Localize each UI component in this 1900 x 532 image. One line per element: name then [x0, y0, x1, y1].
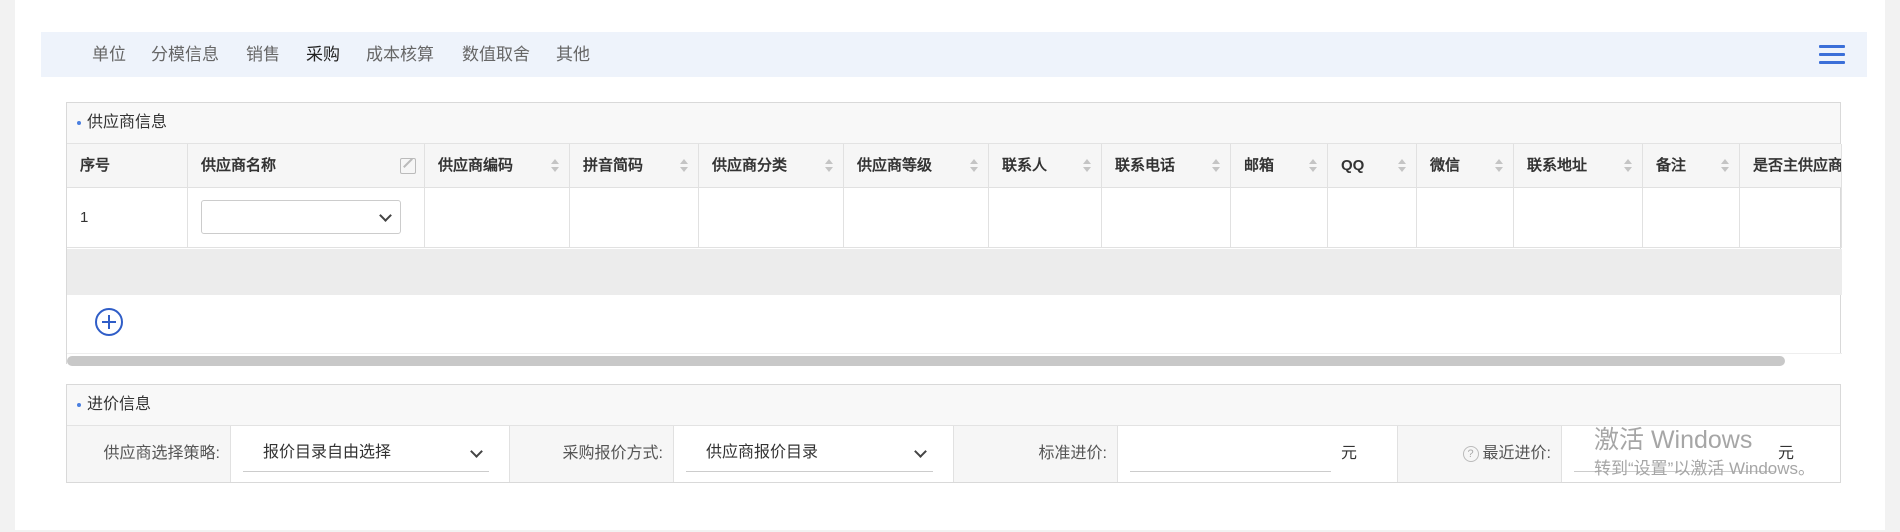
- col-header-is-main[interactable]: 是否主供应商: [1740, 144, 1842, 188]
- tab-other[interactable]: 其他: [556, 32, 590, 77]
- tab-unit[interactable]: 单位: [92, 32, 126, 77]
- quote-method-select[interactable]: 供应商报价目录: [686, 435, 933, 472]
- table-cell[interactable]: [1514, 188, 1643, 248]
- col-header-contact[interactable]: 联系人: [989, 144, 1102, 188]
- horizontal-scrollbar[interactable]: [67, 353, 1842, 368]
- col-header-supplier-code[interactable]: 供应商编码: [425, 144, 570, 188]
- col-header-category[interactable]: 供应商分类: [699, 144, 844, 188]
- col-header-supplier-name[interactable]: 供应商名称: [188, 144, 425, 188]
- sort-icon[interactable]: [1624, 159, 1632, 173]
- supplier-info-section: 供应商信息 序号 供应商名称 供应商编码 拼音简码 供应商分类 供应商等级 联系…: [66, 102, 1842, 368]
- col-header-address[interactable]: 联系地址: [1514, 144, 1643, 188]
- table-row: 1: [67, 188, 1842, 248]
- standard-price-field: 元: [1118, 426, 1398, 482]
- table-cell[interactable]: [844, 188, 989, 248]
- col-header-wechat[interactable]: 微信: [1417, 144, 1514, 188]
- col-header-pinyin[interactable]: 拼音简码: [570, 144, 699, 188]
- col-header-qq[interactable]: QQ: [1328, 144, 1417, 188]
- supplier-name-select[interactable]: [201, 200, 401, 234]
- scrollbar-thumb[interactable]: [67, 356, 1785, 366]
- table-cell[interactable]: [425, 188, 570, 248]
- purchase-price-section: 进价信息 供应商选择策略: 报价目录自由选择 采购报价方式: 供应商报价目录 标…: [66, 384, 1841, 483]
- tab-sales[interactable]: 销售: [246, 32, 280, 77]
- sort-icon[interactable]: [1212, 159, 1220, 173]
- supplier-info-title: 供应商信息: [87, 114, 168, 131]
- bullet-icon: [77, 120, 81, 125]
- supplier-info-header: 供应商信息: [67, 103, 1840, 144]
- strategy-label: 供应商选择策略:: [67, 426, 231, 482]
- table-cell[interactable]: [1740, 188, 1842, 248]
- table-cell[interactable]: [1643, 188, 1740, 248]
- sort-icon[interactable]: [825, 159, 833, 173]
- tab-cost-accounting[interactable]: 成本核算: [366, 32, 434, 77]
- watermark-subtitle: 转到“设置”以激活 Windows。: [1594, 459, 1816, 478]
- tab-purchase[interactable]: 采购: [306, 32, 340, 77]
- purchase-price-form: 供应商选择策略: 报价目录自由选择 采购报价方式: 供应商报价目录 标准进价: …: [67, 426, 1842, 482]
- purchase-price-title: 进价信息: [87, 396, 152, 413]
- watermark-title: 激活 Windows: [1594, 426, 1753, 454]
- sort-icon[interactable]: [970, 159, 978, 173]
- col-header-remark[interactable]: 备注: [1643, 144, 1740, 188]
- strategy-select[interactable]: 报价目录自由选择: [243, 435, 489, 472]
- strategy-field: 报价目录自由选择: [231, 426, 510, 482]
- help-icon[interactable]: ?: [1462, 445, 1479, 462]
- table-cell[interactable]: [570, 188, 699, 248]
- chevron-down-icon: [379, 209, 392, 222]
- chevron-down-icon: [470, 445, 483, 458]
- table-cell[interactable]: [1328, 188, 1417, 248]
- sort-icon[interactable]: [1309, 159, 1317, 173]
- strategy-value: 报价目录自由选择: [263, 444, 392, 461]
- quote-method-field: 供应商报价目录: [674, 426, 954, 482]
- standard-price-unit: 元: [1341, 445, 1358, 462]
- table-cell[interactable]: [1102, 188, 1231, 248]
- table-cell[interactable]: [1231, 188, 1328, 248]
- chevron-down-icon: [914, 445, 927, 458]
- supplier-table: 序号 供应商名称 供应商编码 拼音简码 供应商分类 供应商等级 联系人 联系电话…: [67, 144, 1842, 248]
- sort-icon[interactable]: [680, 159, 688, 173]
- bullet-icon: [77, 402, 81, 407]
- sort-icon[interactable]: [1083, 159, 1091, 173]
- standard-price-input[interactable]: [1130, 435, 1331, 472]
- col-header-index: 序号: [67, 144, 188, 188]
- col-header-phone[interactable]: 联系电话: [1102, 144, 1231, 188]
- sort-icon[interactable]: [1721, 159, 1729, 173]
- sort-icon[interactable]: [1495, 159, 1503, 173]
- col-header-grade[interactable]: 供应商等级: [844, 144, 989, 188]
- table-header-row: 序号 供应商名称 供应商编码 拼音简码 供应商分类 供应商等级 联系人 联系电话…: [67, 144, 1842, 188]
- table-cell[interactable]: [989, 188, 1102, 248]
- recent-price-label: ? 最近进价:: [1398, 426, 1562, 482]
- tab-bar: 单位 分模信息 销售 采购 成本核算 数值取舍 其他: [41, 32, 1867, 77]
- table-cell[interactable]: [1417, 188, 1514, 248]
- tab-mold-info[interactable]: 分模信息: [151, 32, 219, 77]
- menu-icon[interactable]: [1819, 45, 1845, 65]
- quote-method-label: 采购报价方式:: [510, 426, 674, 482]
- col-header-email[interactable]: 邮箱: [1231, 144, 1328, 188]
- purchase-price-header: 进价信息: [67, 385, 1840, 426]
- supplier-name-cell: [188, 188, 425, 248]
- add-row-button[interactable]: [95, 308, 123, 336]
- standard-price-label: 标准进价:: [954, 426, 1118, 482]
- sort-icon[interactable]: [1398, 159, 1406, 173]
- row-index: 1: [67, 188, 188, 248]
- table-footer: [67, 249, 1842, 295]
- edit-icon[interactable]: [400, 158, 416, 174]
- quote-method-value: 供应商报价目录: [706, 444, 819, 461]
- table-cell[interactable]: [699, 188, 844, 248]
- tab-numeric-rounding[interactable]: 数值取舍: [462, 32, 530, 77]
- sort-icon[interactable]: [551, 159, 559, 173]
